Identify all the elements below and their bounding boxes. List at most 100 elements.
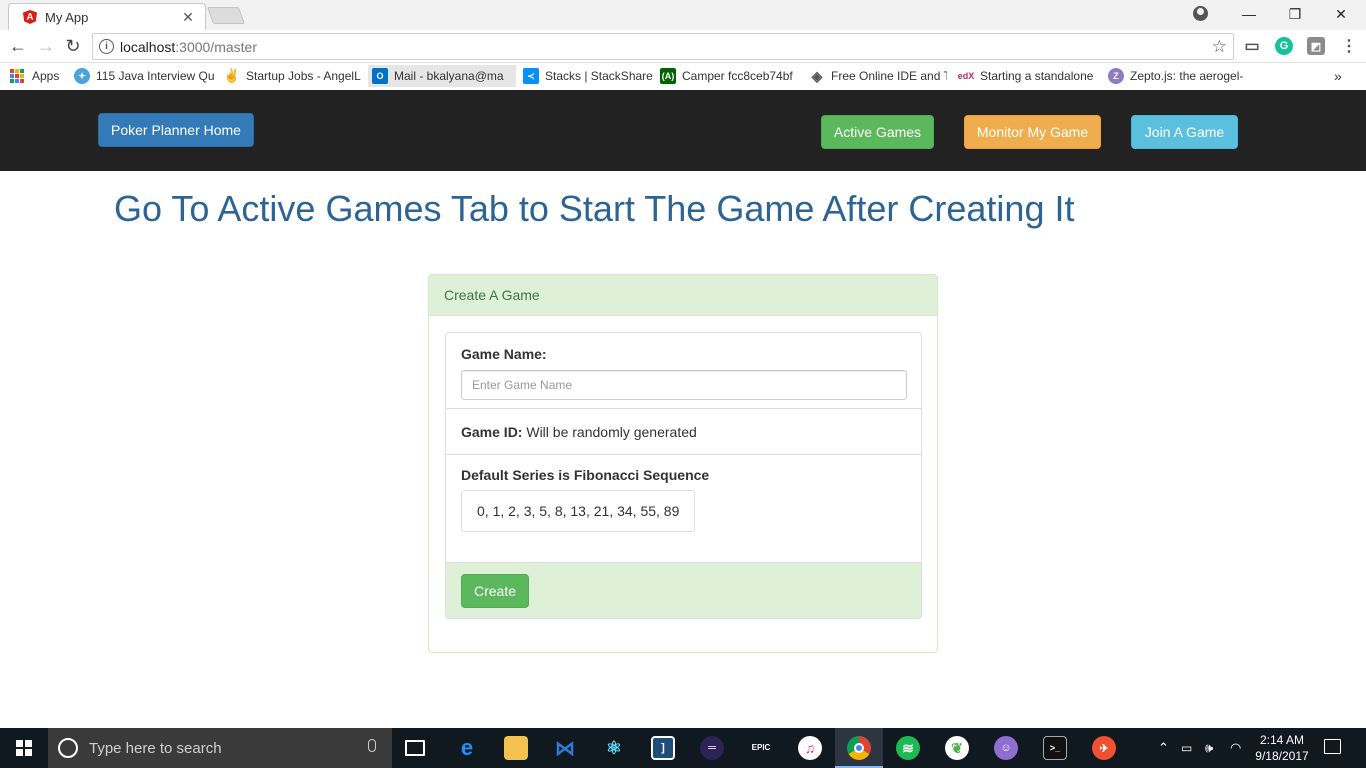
bookmark-mail[interactable]: O Mail - bkalyana@ma (368, 65, 516, 87)
search-placeholder: Type here to search (89, 739, 222, 757)
eclipse-icon[interactable]: ═ (700, 736, 724, 760)
clock-date: 9/18/2017 (1255, 749, 1309, 763)
mongodb-icon[interactable]: ❦ (945, 736, 969, 760)
bookmark-label: Stacks | StackShare (545, 69, 653, 83)
bookmark-stackshare[interactable]: ≺ Stacks | StackShare (519, 65, 653, 87)
list-item-game-id: Game ID: Will be randomly generated (446, 409, 921, 455)
bookmark-label: Apps (32, 69, 60, 83)
monitor-game-button[interactable]: Monitor My Game (964, 115, 1101, 149)
game-id-label: Game ID: (461, 423, 523, 440)
menu-icon[interactable]: ⋮ (1340, 37, 1358, 55)
bookmark-angellist[interactable]: ✌ Startup Jobs - AngelL (220, 65, 364, 87)
reload-icon[interactable]: ↻ (62, 35, 84, 57)
freecodecamp-icon: (A) (660, 68, 676, 84)
bookmark-label: Starting a standalone (980, 69, 1094, 83)
microphone-icon[interactable] (368, 739, 376, 752)
url-path: :3000/master (175, 38, 257, 55)
extension-icon[interactable]: ◩ (1307, 37, 1325, 55)
start-button[interactable] (0, 728, 48, 768)
angellist-icon: ✌ (223, 68, 241, 83)
create-game-panel: Create A Game Game Name: Game ID: Will b… (428, 274, 938, 653)
list-item-game-name: Game Name: (446, 333, 921, 409)
edge-icon[interactable]: e (455, 735, 479, 760)
bookmark-zepto[interactable]: Z Zepto.js: the aerogel- (1104, 65, 1250, 87)
bookmarks-bar: Apps ✦ 115 Java Interview Qu ✌ Startup J… (0, 63, 1366, 90)
forward-icon[interactable]: → (35, 35, 57, 57)
cast-icon[interactable]: ▭ (1243, 37, 1261, 55)
bookmark-label: 115 Java Interview Qu (96, 69, 214, 83)
minimize-button[interactable]: — (1226, 0, 1272, 28)
home-button[interactable]: Poker Planner Home (98, 113, 254, 147)
bookmark-online-ide[interactable]: ◈ Free Online IDE and T (805, 65, 947, 87)
action-center-icon[interactable] (1324, 739, 1341, 754)
stackshare-icon: ≺ (523, 68, 539, 84)
browser-toolbar: ← → ↻ i localhost:3000/master ☆ ▭ G ◩ ⋮ (0, 30, 1366, 63)
windows-logo-icon (16, 740, 32, 756)
bookmark-label: Camper fcc8ceb74bf (682, 69, 793, 83)
create-button[interactable]: Create (461, 573, 529, 608)
browser-tab[interactable]: A My App ✕ (8, 3, 206, 30)
screen: A My App ✕ — ❐ ✕ ← → ↻ i localhost:3000/… (0, 0, 1366, 768)
game-name-input[interactable] (461, 370, 907, 400)
vscode-icon[interactable]: ⋈ (553, 736, 577, 760)
new-tab-button[interactable] (206, 7, 246, 24)
zepto-icon: Z (1108, 68, 1124, 84)
url-host: localhost (120, 38, 176, 55)
postman-icon[interactable]: ✈ (1092, 736, 1116, 760)
list-item-create: Create (446, 563, 921, 618)
edx-icon: edX (957, 71, 975, 81)
tab-title: My App (45, 9, 89, 25)
close-window-button[interactable]: ✕ (1318, 0, 1364, 28)
volume-icon[interactable]: 🕪 (1205, 728, 1213, 768)
taskbar-search[interactable]: Type here to search (48, 728, 392, 768)
github-desktop-icon[interactable]: ☺ (994, 736, 1018, 760)
windows-taskbar: Type here to search e ⋈ ⚛ ] ═ EPIC ♫ ≋ ❦… (0, 728, 1366, 768)
bookmark-edx[interactable]: edX Starting a standalone (954, 65, 1098, 87)
bookmark-star-icon[interactable]: ☆ (1212, 37, 1227, 57)
back-icon[interactable]: ← (7, 35, 29, 57)
app-navbar: Poker Planner Home Active Games Monitor … (0, 90, 1366, 171)
game-name-label: Game Name: (461, 346, 547, 362)
page-title: Go To Active Games Tab to Start The Game… (114, 188, 1075, 229)
show-hidden-icons[interactable]: ⌃ (1158, 728, 1169, 768)
apps-grid-icon (10, 69, 24, 83)
bookmark-label: Zepto.js: the aerogel- (1130, 69, 1244, 83)
clock-time: 2:14 AM (1259, 733, 1305, 747)
task-view-icon[interactable] (405, 740, 425, 756)
bookmark-label: Mail - bkalyana@ma (394, 69, 504, 83)
chrome-icon[interactable] (847, 736, 871, 760)
bookmark-java[interactable]: ✦ 115 Java Interview Qu (70, 65, 214, 87)
bookmark-apps[interactable]: Apps (6, 65, 63, 87)
tab-close-icon[interactable]: ✕ (181, 9, 195, 26)
file-explorer-icon[interactable] (504, 736, 528, 760)
grammarly-icon[interactable]: G (1275, 37, 1293, 55)
terminal-icon[interactable]: >_ (1043, 736, 1067, 760)
series-values: 0, 1, 2, 3, 5, 8, 13, 21, 34, 55, 89 (461, 490, 696, 532)
epic-games-icon[interactable]: EPIC (749, 736, 773, 760)
itunes-icon[interactable]: ♫ (798, 736, 822, 760)
restore-button[interactable]: ❐ (1272, 0, 1318, 28)
profile-icon[interactable] (1193, 6, 1208, 21)
bookmark-label: Startup Jobs - AngelL (246, 69, 361, 83)
java-icon: ✦ (74, 68, 90, 84)
address-bar[interactable]: i localhost:3000/master ☆ (92, 33, 1234, 60)
bookmark-label: Free Online IDE and T (831, 69, 947, 83)
angular-favicon-icon: A (23, 10, 37, 24)
app-square-icon[interactable]: ] (651, 736, 675, 760)
panel-title: Create A Game (429, 275, 937, 316)
outlook-icon: O (372, 68, 388, 84)
series-label: Default Series is Fibonacci Sequence (461, 467, 710, 483)
spotify-icon[interactable]: ≋ (896, 736, 920, 760)
taskbar-clock[interactable]: 2:14 AM 9/18/2017 (1250, 732, 1314, 764)
game-id-value: Will be randomly generated (526, 423, 697, 440)
info-icon[interactable]: i (99, 39, 114, 54)
active-games-button[interactable]: Active Games (821, 115, 934, 149)
bookmark-freecodecamp[interactable]: (A) Camper fcc8ceb74bf (656, 65, 798, 87)
list-item-series: Default Series is Fibonacci Sequence 0, … (446, 455, 921, 563)
ide-icon: ◈ (811, 67, 823, 84)
wifi-icon[interactable]: ◠ (1230, 728, 1241, 768)
battery-icon[interactable]: ▭ (1181, 728, 1192, 768)
bookmarks-more-icon[interactable]: » (1330, 65, 1346, 87)
atom-react-icon[interactable]: ⚛ (602, 736, 626, 760)
join-game-button[interactable]: Join A Game (1131, 115, 1238, 149)
